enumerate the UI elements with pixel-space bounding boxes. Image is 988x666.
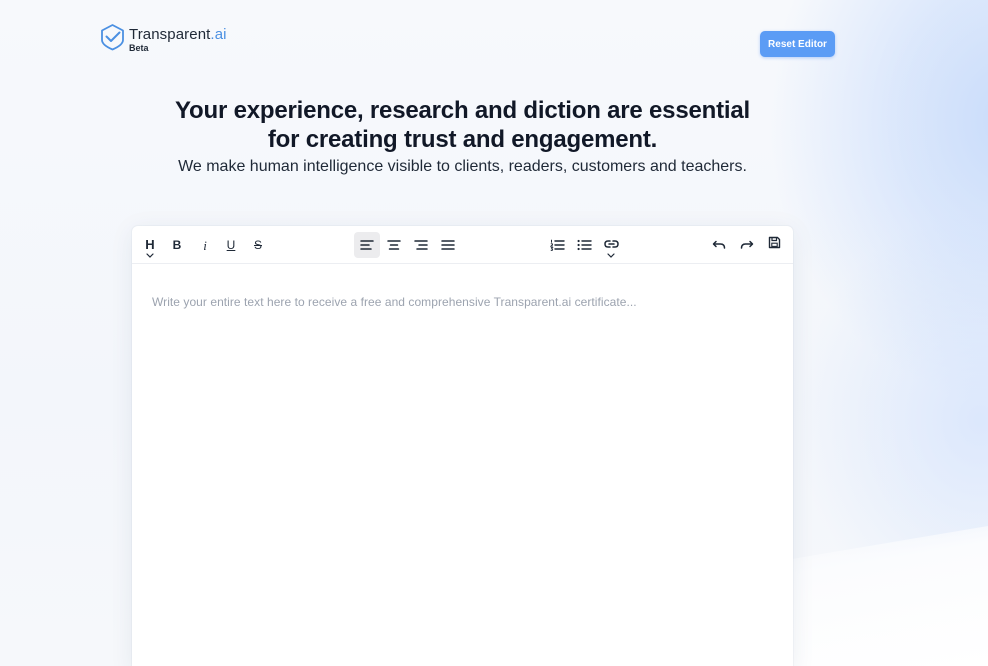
align-right-button[interactable] bbox=[408, 232, 434, 258]
editor-content-area[interactable]: Write your entire text here to receive a… bbox=[132, 264, 793, 340]
align-center-icon bbox=[387, 240, 401, 250]
align-justify-button[interactable] bbox=[435, 232, 461, 258]
chevron-down-icon bbox=[146, 253, 154, 258]
align-justify-icon bbox=[441, 240, 455, 250]
ordered-list-button[interactable] bbox=[544, 232, 570, 258]
undo-button[interactable] bbox=[706, 232, 732, 258]
bold-icon: B bbox=[172, 238, 182, 252]
save-button[interactable] bbox=[761, 229, 787, 255]
align-right-icon bbox=[414, 240, 428, 250]
bullet-list-icon bbox=[577, 239, 592, 251]
heading-icon: H bbox=[145, 236, 155, 252]
bold-button[interactable]: B bbox=[164, 232, 190, 258]
hero-title-line1: Your experience, research and diction ar… bbox=[175, 97, 750, 124]
align-left-icon bbox=[360, 240, 374, 250]
underline-icon: U bbox=[226, 238, 236, 252]
link-icon bbox=[603, 239, 619, 248]
undo-icon bbox=[712, 240, 726, 249]
text-editor: H B i U S Write your entire text here to… bbox=[132, 226, 793, 666]
italic-icon: i bbox=[203, 237, 207, 253]
editor-placeholder: Write your entire text here to receive a… bbox=[152, 295, 637, 309]
hero-title-line2: for creating trust and engagement. bbox=[267, 126, 658, 153]
hero-title: Your experience, research and diction ar… bbox=[0, 96, 925, 154]
heading-button[interactable]: H bbox=[137, 232, 163, 258]
align-center-button[interactable] bbox=[381, 232, 407, 258]
brand-name-accent: .ai bbox=[210, 26, 227, 43]
strikethrough-button[interactable]: S bbox=[245, 232, 271, 258]
save-icon bbox=[768, 236, 780, 248]
strikethrough-icon: S bbox=[253, 238, 262, 252]
hero-section: Your experience, research and diction ar… bbox=[0, 96, 925, 177]
brand-logo[interactable]: Transparent.ai Beta bbox=[100, 23, 227, 53]
editor-toolbar: H B i U S bbox=[132, 226, 793, 264]
underline-button[interactable]: U bbox=[218, 232, 244, 258]
shield-check-logo-icon bbox=[101, 24, 124, 51]
chevron-down-icon bbox=[607, 253, 615, 258]
brand-name: Transparent.ai bbox=[129, 27, 227, 42]
redo-button[interactable] bbox=[734, 232, 760, 258]
ordered-list-icon bbox=[549, 239, 565, 251]
bullet-list-button[interactable] bbox=[571, 232, 597, 258]
reset-editor-button[interactable]: Reset Editor bbox=[760, 31, 835, 57]
link-button[interactable] bbox=[598, 232, 624, 258]
italic-button[interactable]: i bbox=[192, 232, 218, 258]
redo-icon bbox=[740, 240, 754, 249]
beta-badge: Beta bbox=[129, 43, 149, 53]
align-left-button[interactable] bbox=[354, 232, 380, 258]
hero-subtitle: We make human intelligence visible to cl… bbox=[178, 158, 747, 175]
brand-name-main: Transparent bbox=[129, 26, 211, 43]
